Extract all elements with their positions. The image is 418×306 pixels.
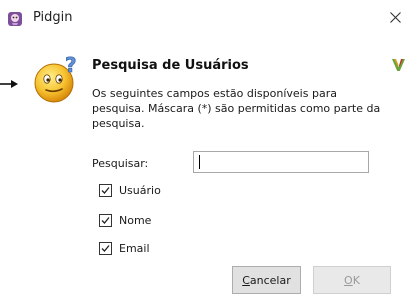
service-logo-icon <box>391 58 406 72</box>
arrow-pointer-icon <box>0 79 22 91</box>
cancel-mnemonic: C <box>242 273 250 287</box>
search-input[interactable] <box>193 151 369 173</box>
user-search-dialog: Pidgin ? Pesquisa de Usuários Os seguint… <box>0 0 418 306</box>
cancel-label: ancelar <box>249 273 291 287</box>
checkbox-email[interactable]: Email <box>99 240 150 256</box>
ok-label: K <box>352 273 360 287</box>
checkmark-icon <box>101 244 110 252</box>
checkbox-box[interactable] <box>99 213 112 227</box>
close-button[interactable] <box>372 0 418 38</box>
dialog-heading: Pesquisa de Usuários <box>92 58 249 73</box>
checkbox-nome[interactable]: Nome <box>99 212 151 228</box>
smiley-question-icon: ? <box>33 53 83 104</box>
search-label: Pesquisar: <box>92 157 149 170</box>
checkbox-label: Usuário <box>119 183 161 197</box>
checkbox-usuario[interactable]: Usuário <box>99 182 161 198</box>
ok-button[interactable]: OK <box>313 266 391 294</box>
text-caret <box>199 155 200 169</box>
dialog-description: Os seguintes campos estão disponíveis pa… <box>92 87 381 130</box>
window-title: Pidgin <box>33 10 73 25</box>
svg-text:?: ? <box>65 54 77 77</box>
checkmark-icon <box>101 186 110 194</box>
cancel-button[interactable]: Cancelar <box>232 266 301 294</box>
checkbox-box[interactable] <box>99 183 112 197</box>
ok-mnemonic: O <box>344 273 353 287</box>
checkbox-label: Email <box>119 241 150 255</box>
checkbox-label: Nome <box>119 213 152 227</box>
checkmark-icon <box>101 216 110 224</box>
title-bar: Pidgin <box>0 0 418 38</box>
checkbox-box[interactable] <box>99 241 112 255</box>
pidgin-icon <box>7 11 23 27</box>
close-icon <box>389 12 401 26</box>
